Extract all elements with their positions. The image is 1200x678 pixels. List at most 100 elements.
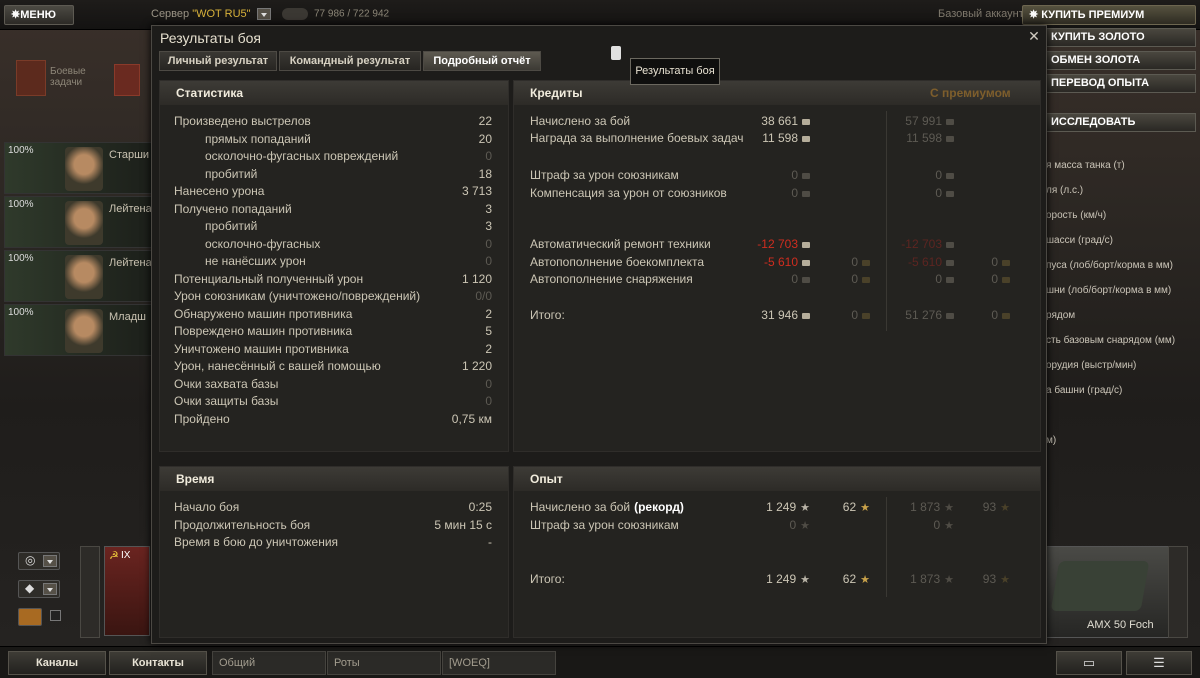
credits-title: Кредиты: [530, 86, 583, 100]
premium-free-xp-value: 93 ★: [983, 499, 1010, 517]
premium-credits-value: -5 610: [908, 254, 954, 271]
free-xp-amount: 62: [842, 572, 857, 586]
chat-tab-clan[interactable]: [WOEQ]: [442, 651, 556, 675]
missions-book-icon: [16, 60, 46, 96]
premium-xp-value: 1 873 ★: [910, 571, 954, 589]
crew-member[interactable]: 100% Старши: [4, 142, 152, 194]
menu-button[interactable]: ✵МЕНЮ: [4, 5, 74, 25]
stat-value: 0: [485, 254, 492, 268]
stat-label: осколочно-фугасных повреждений: [205, 149, 399, 163]
chat-bubble-icon[interactable]: ▭: [1056, 651, 1122, 675]
research-button[interactable]: ИССЛЕДОВАТЬ: [1046, 113, 1196, 132]
experience-panel: Опыт Начислено за бой (рекорд) 1 249 ★ 62 ★ 1 …: [513, 466, 1041, 638]
nation-filter[interactable]: ◎: [18, 552, 60, 570]
premium-gold-value: 0: [991, 307, 1010, 324]
contacts-button[interactable]: Контакты: [109, 651, 207, 675]
bottom-bar: Каналы Контакты Общий Роты [WOEQ] ▭ ☰: [0, 646, 1200, 678]
time-value: 5 мин 15 с: [434, 517, 492, 532]
credits-row: Награда за выполнение боевых задач 11 598…: [514, 130, 1034, 147]
crew-portrait: [65, 255, 103, 299]
credits-value: 0: [791, 185, 810, 202]
notifications-list-icon[interactable]: ☰: [1126, 651, 1192, 675]
crew-member[interactable]: 100% Лейтена: [4, 196, 152, 248]
premium-credits-value: 0: [935, 271, 954, 288]
chevron-down-icon[interactable]: [43, 555, 57, 567]
time-row: Продолжительность боя 5 мин 15 с: [160, 517, 500, 534]
tank-slot-selected[interactable]: AMX 50 Foch: [1046, 546, 1186, 638]
account-type: Базовый аккаунт: [938, 8, 1024, 20]
experience-row: Штраф за урон союзникам 0 ★ 0 ★: [514, 517, 1034, 534]
credits-value: -5 610: [764, 254, 810, 271]
convert-xp-button[interactable]: ПЕРЕВОД ОПЫТА: [1046, 74, 1196, 93]
credits-coin-icon: [946, 118, 954, 125]
buy-premium-button[interactable]: ✵ КУПИТЬ ПРЕМИУМ: [1022, 5, 1196, 25]
credits-coin-icon: [802, 241, 810, 248]
channels-button[interactable]: Каналы: [8, 651, 106, 675]
crew-skill-pct: 100%: [8, 199, 34, 210]
chat-tab-companies[interactable]: Роты: [327, 651, 441, 675]
chat-tab-general[interactable]: Общий: [212, 651, 326, 675]
experience-label-text: Начислено за бой: [530, 500, 631, 514]
exchange-gold-label: ОБМЕН ЗОЛОТА: [1051, 54, 1141, 66]
credits-panel: Кредиты С премиумом Начислено за бой 38 6…: [513, 80, 1041, 452]
gold-amount: 0: [851, 255, 858, 269]
premium-xp-amount: 0: [933, 518, 941, 532]
credits-amount: 0: [791, 272, 798, 286]
xp-star-icon: ★: [944, 520, 954, 532]
chevron-down-icon[interactable]: [256, 8, 271, 21]
server-selector[interactable]: Сервер "WOT RU5": [151, 8, 271, 21]
experience-header: Опыт: [514, 467, 1040, 491]
tab-detailed[interactable]: Подробный отчёт: [423, 51, 541, 71]
close-icon[interactable]: ✕: [1026, 28, 1042, 44]
online-counter: 77 986 / 722 942: [282, 8, 389, 20]
credits-coin-icon: [946, 312, 954, 319]
players-icon: [282, 8, 308, 20]
stat-label: пробитий: [205, 219, 258, 233]
premium-credits-value: 11 598: [906, 130, 954, 147]
time-value: 0:25: [468, 500, 492, 514]
tank-param-label: [1044, 410, 1200, 435]
tab-team[interactable]: Командный результат: [279, 51, 421, 71]
tank-params-list: я масса танка (т) ля (л.с.) орость (км/ч) ш…: [1044, 160, 1200, 460]
hangar-screen: { "topbar": { "menu_label": "МЕНЮ", "ser…: [0, 0, 1200, 678]
stat-label: Урон, нанесённый с вашей помощью: [174, 359, 381, 373]
missions-button[interactable]: Боевые задачи: [14, 58, 144, 102]
stat-row: Очки защиты базы 0: [160, 393, 500, 410]
premium-gold-amount: 0: [991, 308, 998, 322]
stat-value: 22: [478, 114, 492, 128]
crew-rank: Младш: [109, 311, 146, 323]
ready-filter-icon[interactable]: [18, 608, 42, 626]
stat-value: 3: [485, 201, 492, 216]
credits-amount: 0: [791, 168, 798, 182]
carousel-left-arrow[interactable]: [80, 546, 100, 638]
crew-member[interactable]: 100% Лейтена: [4, 250, 152, 302]
battle-results-window: Результаты боя ✕ Личный результат Команд…: [151, 25, 1047, 644]
experience-row: Итого: 1 249 ★ 62 ★ 1 873 ★ 93 ★: [514, 571, 1034, 588]
chevron-down-icon[interactable]: [43, 583, 57, 595]
credits-row: Автоматический ремонт техники -12 703 -12 …: [514, 236, 1034, 253]
free-xp-amount: 62: [842, 500, 857, 514]
xp-value: 1 249 ★: [766, 499, 810, 517]
premium-xp-value: 0 ★: [933, 517, 954, 535]
tank-param-label: м): [1046, 435, 1057, 446]
ready-checkbox[interactable]: [50, 610, 61, 621]
stat-label: Нанесено урона: [174, 184, 265, 198]
exchange-gold-button[interactable]: ОБМЕН ЗОЛОТА: [1046, 51, 1196, 70]
premium-gold-amount: 0: [991, 272, 998, 286]
xp-star-icon: ★: [800, 520, 810, 532]
stat-value: 5: [485, 324, 492, 338]
stat-row: Произведено выстрелов 22: [160, 113, 500, 130]
credits-amount: 38 661: [761, 114, 798, 128]
stat-row: Получено попаданий 3: [160, 201, 500, 218]
stat-row: Урон союзникам (уничтожено/повреждений) 0…: [160, 288, 500, 305]
tab-personal[interactable]: Личный результат: [159, 51, 277, 71]
credits-label: Автопополнение боекомплекта: [530, 255, 704, 269]
stat-row: не нанёсших урон 0: [160, 253, 500, 270]
carousel-right-arrow[interactable]: [1168, 546, 1188, 638]
type-filter[interactable]: ◆: [18, 580, 60, 598]
tank-name: AMX 50 Foch: [1087, 619, 1154, 631]
crew-member[interactable]: 100% Младш: [4, 304, 152, 356]
buy-gold-button[interactable]: КУПИТЬ ЗОЛОТО: [1046, 28, 1196, 47]
tank-slot-left[interactable]: IX ☭: [104, 546, 150, 636]
research-label: ИССЛЕДОВАТЬ: [1051, 116, 1136, 128]
